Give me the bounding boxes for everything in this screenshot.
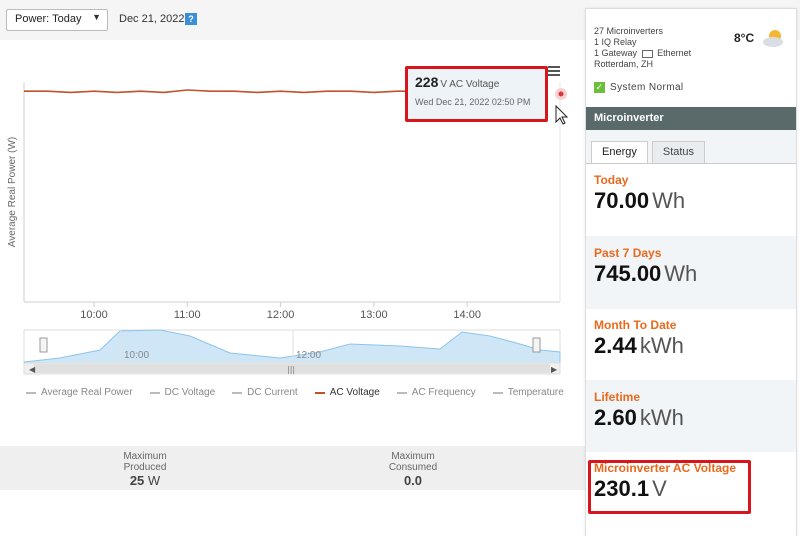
x-axis-tick-label: 12:00 <box>267 309 295 321</box>
x-axis-tick-label: 13:00 <box>360 309 388 321</box>
week-value: 745.00 <box>594 261 662 286</box>
chevron-down-icon: ▼ <box>92 12 101 22</box>
acv-highlight-box <box>588 460 751 514</box>
stats-bar: Maximum Produced 25 W Maximum Consumed 0… <box>0 446 585 490</box>
site-location: Rotterdam, ZH <box>594 59 654 69</box>
legend-label: AC Voltage <box>329 387 380 398</box>
check-icon: ✓ <box>594 82 605 93</box>
navigator-tick-label: 10:00 <box>124 350 149 361</box>
today-value: 70.00 <box>594 188 650 213</box>
legend-swatch <box>232 391 243 394</box>
legend-label: Average Real Power <box>41 387 133 398</box>
site-info: 27 Microinverters 1 IQ Relay 1 Gateway E… <box>594 26 691 70</box>
partly-cloudy-icon <box>763 30 783 47</box>
lifetime-unit: kWh <box>639 405 684 430</box>
max-consumed-label: Maximum Consumed <box>388 451 438 473</box>
max-produced-stat: Maximum Produced 25 W <box>110 451 180 488</box>
lifetime-value: 2.60 <box>594 405 637 430</box>
y-axis-label: Average Real Power (W) <box>7 137 18 247</box>
chart-menu-icon[interactable] <box>548 66 560 76</box>
tooltip-time: Wed Dec 21, 2022 02:50 PM <box>415 97 531 107</box>
month-value: 2.44 <box>594 333 637 358</box>
lifetime-label: Lifetime <box>594 390 641 404</box>
gateway-count: 1 Gateway <box>594 48 638 58</box>
week-unit: Wh <box>664 261 698 286</box>
energy-month: Month To Date 2.44 kWh <box>586 309 796 380</box>
scroll-right-icon: ▶ <box>551 365 558 374</box>
legend-item[interactable]: DC Voltage <box>149 387 216 398</box>
legend-swatch <box>26 391 36 394</box>
tooltip-value: 228 <box>415 74 439 90</box>
navigator-tick-label: 12:00 <box>296 350 321 361</box>
legend-label: AC Frequency <box>411 387 476 398</box>
legend-label: DC Voltage <box>164 387 216 398</box>
legend-label: DC Current <box>247 387 298 398</box>
tab-status[interactable]: Status <box>651 141 706 163</box>
weather-temperature: 8°C <box>734 31 755 45</box>
energy-week: Past 7 Days 745.00 Wh <box>586 237 796 308</box>
tab-energy[interactable]: Energy <box>591 141 648 163</box>
legend-item[interactable]: AC Frequency <box>396 387 476 398</box>
period-select-label: Power: Today <box>15 13 82 25</box>
max-produced-value: 25 <box>129 473 145 488</box>
legend-swatch <box>314 391 325 394</box>
month-label: Month To Date <box>594 318 677 332</box>
ethernet-icon <box>641 49 653 58</box>
x-axis-tick-label: 11:00 <box>174 309 201 321</box>
navigator-right-handle <box>532 337 541 353</box>
legend-item[interactable]: Average Real Power <box>26 387 133 398</box>
energy-today: Today 70.00 Wh <box>586 164 796 236</box>
mouse-cursor-icon <box>555 104 569 125</box>
legend-item[interactable]: Temperature <box>492 387 564 398</box>
legend-item[interactable]: AC Voltage <box>314 387 380 398</box>
scroll-grip-icon: ||| <box>287 365 295 374</box>
relay-count: 1 IQ Relay <box>594 37 637 47</box>
x-axis-tick-label: 10:00 <box>80 309 108 321</box>
gateway-row: 1 Gateway Ethernet <box>594 48 691 59</box>
scroll-left-icon: ◀ <box>29 365 36 374</box>
tooltip-unit: V AC Voltage <box>440 79 500 90</box>
legend-item[interactable]: DC Current <box>232 387 298 398</box>
max-produced-unit: W <box>147 473 161 488</box>
max-consumed-stat: Maximum Consumed 0.0 <box>378 451 448 488</box>
today-label: Today <box>594 173 629 187</box>
period-select[interactable]: Power: Today ▼ <box>6 9 108 31</box>
max-produced-label: Maximum Produced <box>123 451 167 473</box>
help-icon[interactable]: ? <box>185 13 197 25</box>
panel-tabs: Energy Status <box>591 141 709 163</box>
today-unit: Wh <box>652 188 686 213</box>
navigator-left-handle <box>39 337 48 353</box>
date-label[interactable]: Dec 21, 2022 <box>119 13 184 25</box>
legend-label: Temperature <box>507 387 564 398</box>
hover-marker-point <box>558 91 564 97</box>
microinverter-count: 27 Microinverters <box>594 26 664 36</box>
week-label: Past 7 Days <box>594 246 662 260</box>
chart-legend: Average Real Power DC Voltage DC Current AC… <box>26 387 581 398</box>
microinverter-panel: 27 Microinverters 1 IQ Relay 1 Gateway E… <box>585 8 797 536</box>
legend-swatch <box>396 391 407 394</box>
x-axis-tick-label: 14:00 <box>453 309 481 321</box>
system-status: ✓ System Normal <box>594 82 684 93</box>
panel-header: Microinverter <box>586 107 796 130</box>
system-status-label: System Normal <box>610 82 684 93</box>
energy-lifetime: Lifetime 2.60 kWh <box>586 381 796 451</box>
chart-tooltip: 228 V AC Voltage Wed Dec 21, 2022 02:50 P… <box>405 66 548 122</box>
ethernet-label: Ethernet <box>657 48 692 58</box>
legend-swatch <box>492 391 503 394</box>
max-consumed-value: 0.0 <box>403 473 423 488</box>
month-unit: kWh <box>639 333 684 358</box>
legend-swatch <box>149 391 160 394</box>
x-axis-ticks: 10:00 11:00 12:00 13:00 14:00 <box>80 302 481 321</box>
